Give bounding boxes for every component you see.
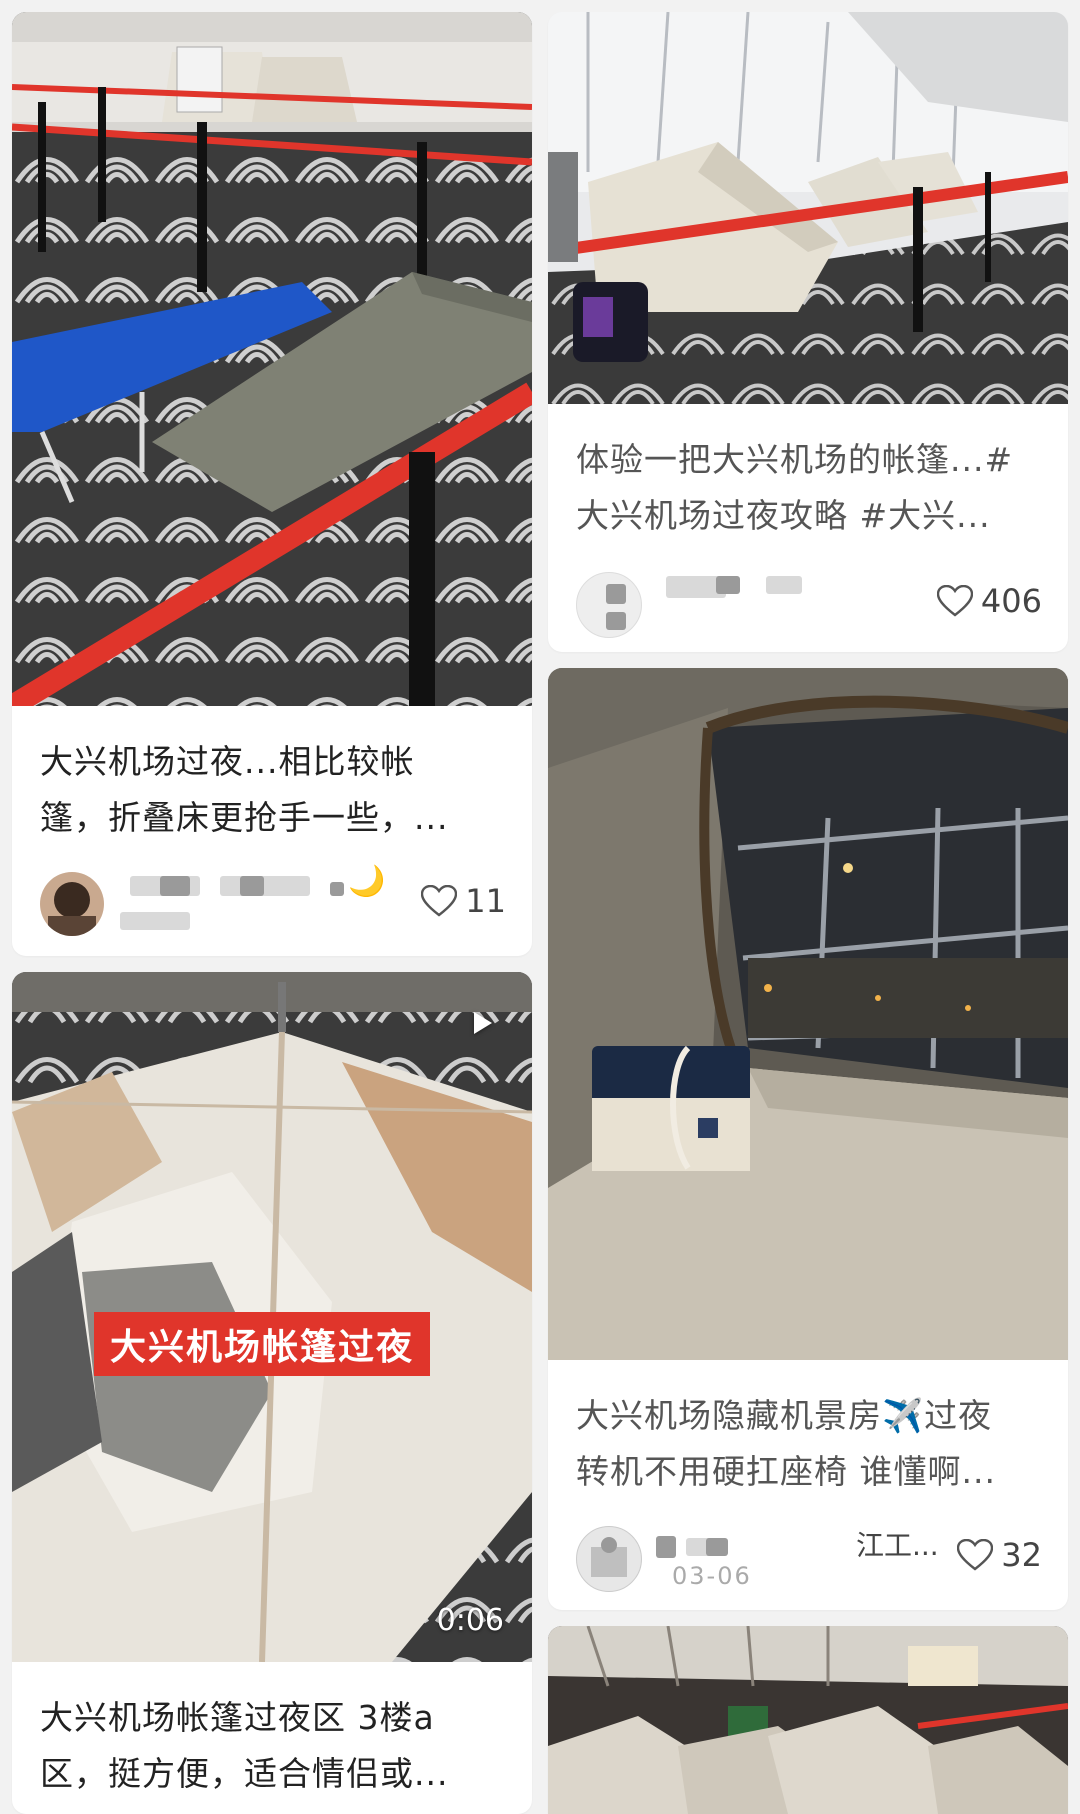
caption-line: 大兴机场过夜攻略 #大兴... — [576, 496, 991, 535]
caption-line: 区，挺方便，适合情侣或... — [40, 1754, 449, 1793]
post-image-tents-hall — [548, 1626, 1068, 1814]
post-caption: 大兴机场帐篷过夜区 3楼a 区，挺方便，适合情侣或... — [40, 1690, 506, 1802]
author-emoji: 🌙 — [348, 864, 386, 899]
author-name-redacted — [706, 1538, 728, 1556]
post-video-thumbnail: 大兴机场帐篷过夜 0:06 — [12, 972, 532, 1662]
post-card-tent-interior[interactable]: 大兴机场隐藏机景房✈️过夜 转机不用硬扛座椅 谁懂啊... 江工... 03-0… — [548, 668, 1068, 1610]
caption-line: 转机不用硬扛座椅 谁懂啊... — [576, 1452, 996, 1491]
caption-line: 篷，折叠床更抢手一些，... — [40, 798, 449, 837]
video-duration: 0:06 — [436, 1603, 504, 1638]
author-name-redacted — [330, 882, 344, 896]
caption-line: 大兴机场帐篷过夜区 3楼a — [40, 1698, 435, 1737]
author-name-redacted — [716, 576, 740, 594]
post-card-cots[interactable]: 大兴机场过夜...相比较帐 篷，折叠床更抢手一些，... 🌙 11 — [12, 12, 532, 956]
play-icon[interactable] — [474, 1012, 492, 1034]
feed-grid: 大兴机场过夜...相比较帐 篷，折叠床更抢手一些，... 🌙 11 体验一把大兴… — [0, 0, 1080, 1814]
caption-line: 大兴机场过夜...相比较帐 — [40, 742, 415, 781]
post-meta: 🌙 11 — [40, 864, 506, 940]
caption-line: 体验一把大兴机场的帐篷...# — [576, 440, 1014, 479]
author-name-redacted — [240, 876, 264, 896]
author-name-redacted — [606, 584, 626, 604]
like-count: 11 — [465, 882, 506, 920]
caption-line: 大兴机场隐藏机景房✈️过夜 — [576, 1396, 993, 1435]
like-count: 406 — [980, 582, 1042, 620]
post-meta: 江工... 03-06 32 — [576, 1522, 1042, 1594]
author-name-redacted[interactable] — [656, 1536, 676, 1558]
author-name-partial[interactable]: 江工... — [856, 1524, 939, 1564]
heart-outline-icon — [421, 885, 458, 917]
author-name-redacted — [766, 576, 802, 594]
heart-outline-icon — [957, 1539, 994, 1571]
post-date-redacted — [120, 912, 190, 930]
like-count: 32 — [1001, 1536, 1042, 1574]
post-caption: 体验一把大兴机场的帐篷...# 大兴机场过夜攻略 #大兴... — [576, 432, 1042, 544]
author-avatar[interactable] — [40, 872, 104, 936]
post-image-cots — [12, 12, 532, 706]
like-button[interactable]: 406 — [936, 582, 1042, 620]
like-button[interactable]: 32 — [957, 1536, 1042, 1574]
post-meta: 406 — [576, 568, 1042, 640]
post-card-tents-row[interactable]: 体验一把大兴机场的帐篷...# 大兴机场过夜攻略 #大兴... 406 — [548, 12, 1068, 652]
author-name-redacted — [160, 876, 190, 896]
post-caption: 大兴机场隐藏机景房✈️过夜 转机不用硬扛座椅 谁懂啊... — [576, 1388, 1042, 1500]
author-avatar[interactable] — [576, 1526, 642, 1592]
post-image-tent-interior — [548, 668, 1068, 1360]
author-name-redacted — [606, 612, 626, 630]
post-card-tent-video[interactable]: 大兴机场帐篷过夜 0:06 大兴机场帐篷过夜区 3楼a 区，挺方便，适合情侣或.… — [12, 972, 532, 1814]
like-button[interactable]: 11 — [421, 882, 506, 920]
post-date: 03-06 — [672, 1562, 752, 1590]
post-card-tents-hall[interactable] — [548, 1626, 1068, 1814]
author-name-redacted — [220, 876, 310, 896]
heart-outline-icon — [936, 585, 973, 617]
video-overlay-title: 大兴机场帐篷过夜 — [94, 1312, 431, 1376]
post-caption: 大兴机场过夜...相比较帐 篷，折叠床更抢手一些，... — [40, 734, 506, 846]
post-image-tents-row — [548, 12, 1068, 404]
